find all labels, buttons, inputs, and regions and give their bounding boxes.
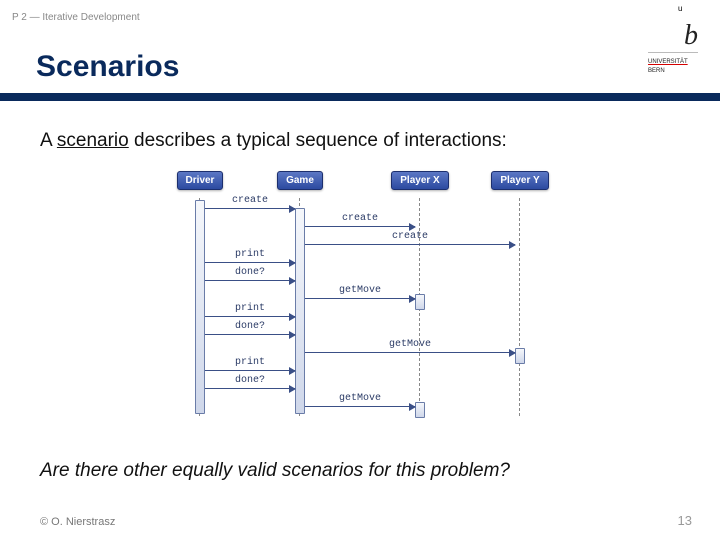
university-logo: u b UNIVERSITÄT BERN <box>648 4 698 75</box>
message-arrow: create <box>305 216 415 230</box>
message-label: getMove <box>305 393 415 404</box>
message-arrow: create <box>305 234 515 248</box>
logo-b-icon: b <box>684 22 698 50</box>
logo-line1: UNIVERSITÄT <box>648 59 698 66</box>
activation-bar <box>195 200 205 414</box>
message-label: create <box>305 231 515 242</box>
question-text: Are there other equally valid scenarios … <box>40 460 510 482</box>
message-label: done? <box>205 375 295 386</box>
message-label: create <box>205 195 295 206</box>
arrow-head-icon <box>289 313 296 321</box>
participant-chip: Player Y <box>491 171 548 190</box>
message-arrow: create <box>205 198 295 212</box>
message-label: getMove <box>305 339 515 350</box>
message-arrow: print <box>205 252 295 266</box>
arrow-head-icon <box>509 349 516 357</box>
page-number: 13 <box>678 513 692 528</box>
message-arrow: getMove <box>305 342 515 356</box>
footer-author: © O. Nierstrasz <box>40 516 115 528</box>
arrow-head-icon <box>409 403 416 411</box>
arrow-head-icon <box>289 205 296 213</box>
message-arrow: print <box>205 360 295 374</box>
arrow-head-icon <box>509 241 516 249</box>
activation-bar <box>515 348 525 364</box>
message-label: getMove <box>305 285 415 296</box>
message-arrow: print <box>205 306 295 320</box>
arrow-head-icon <box>289 331 296 339</box>
logo-line2: BERN <box>648 68 698 75</box>
arrow-head-icon <box>289 277 296 285</box>
message-arrow: getMove <box>305 288 415 302</box>
slide: P 2 — Iterative Development u b UNIVERSI… <box>0 0 720 540</box>
participant-head: Game <box>265 170 335 190</box>
message-arrow: done? <box>205 324 295 338</box>
message-arrow: getMove <box>305 396 415 410</box>
lead-text: A scenario describes a typical sequence … <box>40 130 680 152</box>
participant-chip: Player X <box>391 171 448 190</box>
message-label: done? <box>205 267 295 278</box>
message-label: done? <box>205 321 295 332</box>
lead-pre: A <box>40 130 57 151</box>
lead-underlined: scenario <box>57 130 129 151</box>
message-label: print <box>205 357 295 368</box>
participant-chip: Driver <box>177 171 224 190</box>
lifeline <box>519 198 521 416</box>
activation-bar <box>415 402 425 418</box>
logo-u: u <box>678 4 682 13</box>
activation-bar <box>295 208 305 414</box>
message-label: print <box>205 249 295 260</box>
participant-chip: Game <box>277 171 323 190</box>
arrow-head-icon <box>289 385 296 393</box>
message-arrow: done? <box>205 270 295 284</box>
arrow-head-icon <box>289 367 296 375</box>
arrow-head-icon <box>409 295 416 303</box>
participant-head: Driver <box>165 170 235 190</box>
header-label: P 2 — Iterative Development <box>12 12 140 23</box>
message-label: print <box>205 303 295 314</box>
participant-head: Player X <box>385 170 455 190</box>
page-title: Scenarios <box>36 50 179 84</box>
activation-bar <box>415 294 425 310</box>
lead-post: describes a typical sequence of interact… <box>129 130 507 151</box>
arrow-head-icon <box>289 259 296 267</box>
body: A scenario describes a typical sequence … <box>40 130 680 430</box>
sequence-diagram: Driver Game Player X Player Y create create cr… <box>145 170 575 430</box>
arrow-head-icon <box>409 223 416 231</box>
message-label: create <box>305 213 415 224</box>
participant-head: Player Y <box>485 170 555 190</box>
accent-bar <box>0 93 720 101</box>
message-arrow: done? <box>205 378 295 392</box>
